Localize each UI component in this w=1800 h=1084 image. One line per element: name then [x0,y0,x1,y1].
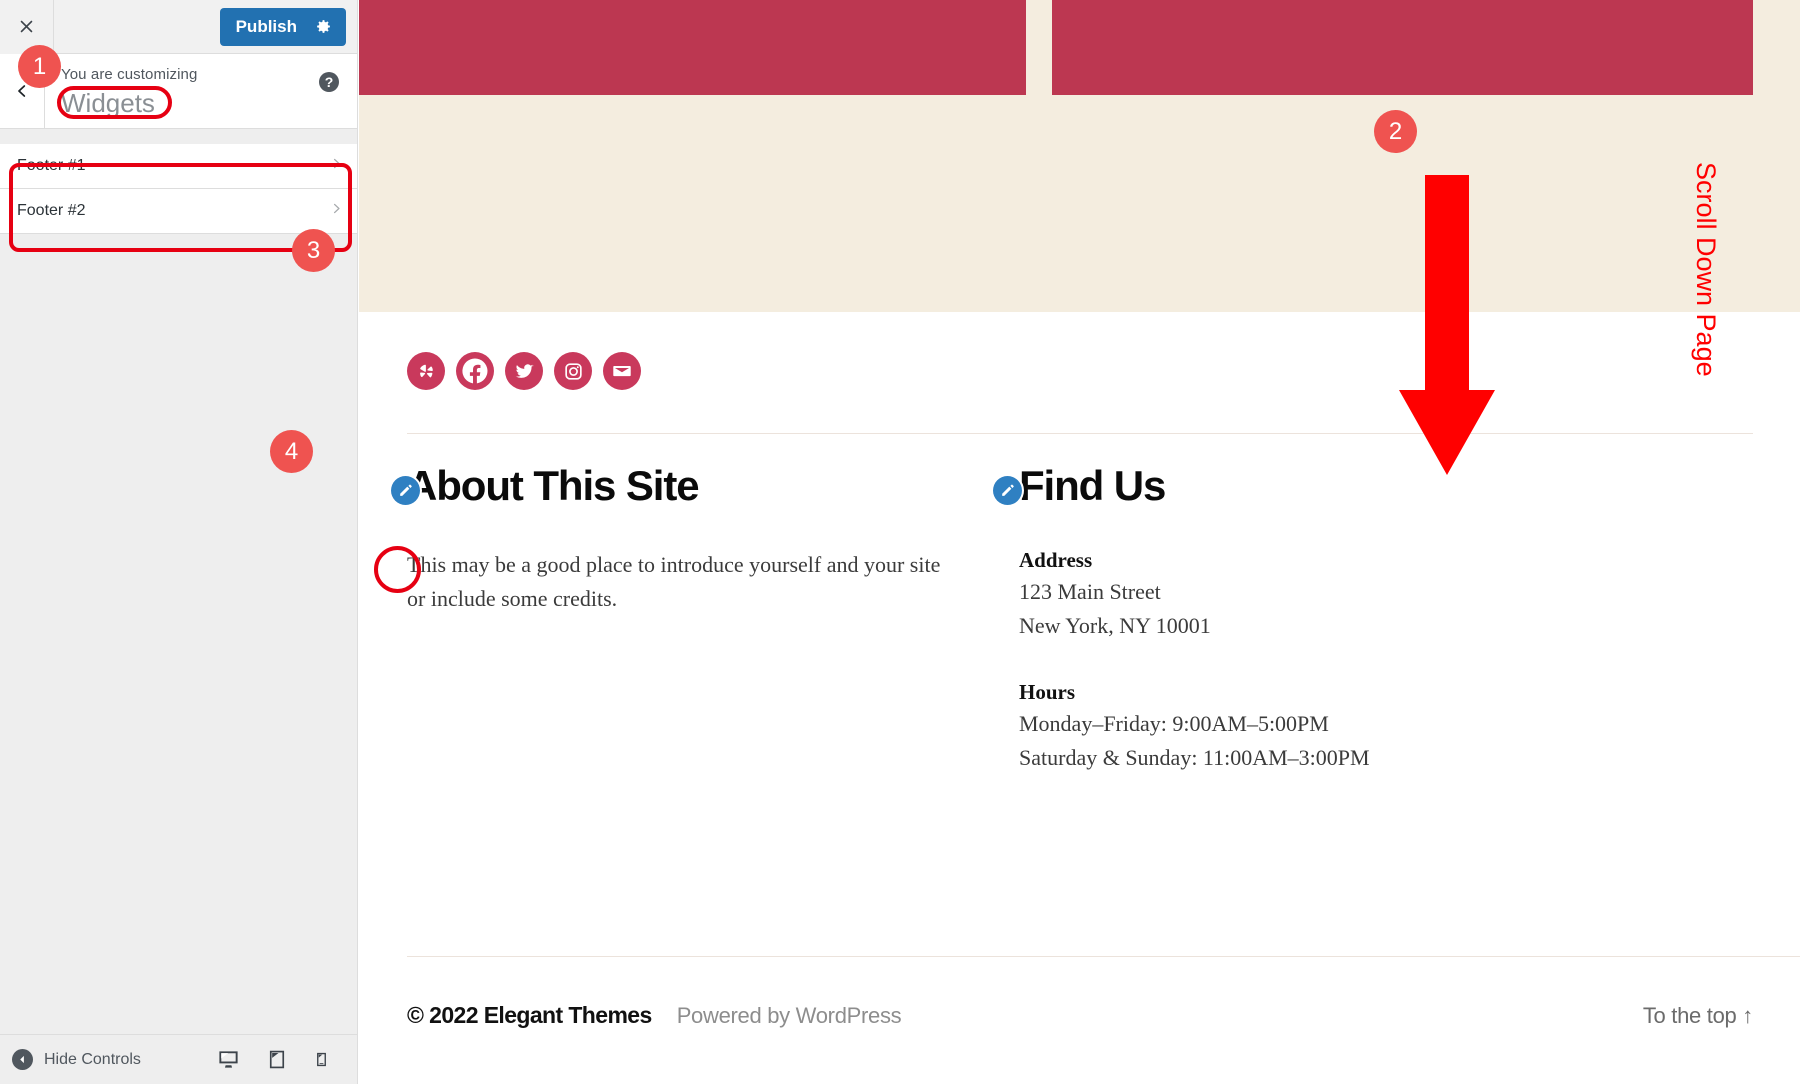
address-heading: Address [1019,548,1093,573]
screenshot-root: About This Site This may be a good place… [0,0,1800,1084]
customizer-sidebar: Publish You are customizing Widgets ? Fo… [0,0,358,1084]
email-icon[interactable] [603,352,641,390]
hero-blocks-row [359,0,1800,95]
widget-about-this-site: About This Site This may be a good place… [359,462,964,773]
twitter-icon[interactable] [505,352,543,390]
hero-block-gap [1026,0,1052,95]
customizer-footer-actions: Hide Controls [0,1034,357,1084]
hero-block-left [359,0,1026,95]
annotation-badge-3: 3 [292,229,335,272]
widget-paragraph-about: This may be a good place to introduce yo… [407,552,941,612]
instagram-icon[interactable] [554,352,592,390]
facebook-icon[interactable] [456,352,494,390]
annotation-badge-2: 2 [1374,110,1417,153]
tablet-preview-icon[interactable] [267,1048,287,1071]
preview-divider-bottom [407,956,1800,957]
hours-heading: Hours [1019,680,1076,705]
widget-area-section-list: Footer #1 Footer #2 [0,144,357,234]
desktop-preview-icon[interactable] [217,1048,240,1071]
widget-find-us: Find Us Address 123 Main Street New York… [964,462,1604,773]
hide-controls-label: Hide Controls [44,1050,141,1068]
address-line-2: New York, NY 10001 [1019,612,1211,638]
customizer-topbar: Publish [0,0,357,54]
site-preview-pane: About This Site This may be a good place… [359,0,1800,1084]
gear-icon[interactable] [315,18,332,35]
page-title: Widgets [61,87,155,118]
customizer-panel-body: Footer #1 Footer #2 [0,129,357,234]
sidebar-item-label: Footer #1 [17,157,86,174]
yelp-icon[interactable] [407,352,445,390]
footer-copyright: © 2022 Elegant Themes [407,1002,652,1028]
site-footer-bar: © 2022 Elegant Themes Powered by WordPre… [359,1002,1800,1029]
social-links-widget [359,312,1800,390]
hours-line-2: Saturday & Sunday: 11:00AM–3:00PM [1019,745,1370,771]
hours-line-1: Monday–Friday: 9:00AM–5:00PM [1019,711,1329,737]
address-line-1: 123 Main Street [1019,579,1161,605]
device-preview-switcher [217,1048,343,1071]
collapse-left-icon [12,1049,33,1070]
edit-pencil-icon-about[interactable] [391,476,420,505]
annotation-badge-4: 4 [270,430,313,473]
widget-title-about: About This Site [407,462,700,509]
hero-block-right [1052,0,1753,95]
edit-pencil-icon-findus[interactable] [993,476,1022,505]
publish-button[interactable]: Publish [219,7,346,46]
footer-to-the-top-link[interactable]: To the top ↑ [1643,1003,1753,1029]
footer-powered-by-link[interactable]: Powered by WordPress [677,1003,902,1029]
annotation-badge-1: 1 [18,45,61,88]
help-icon[interactable]: ? [319,72,339,92]
publish-button-label: Publish [235,16,297,36]
chevron-right-icon [330,154,343,178]
customizer-panel-titles: You are customizing Widgets ? [45,54,357,128]
preview-body: About This Site This may be a good place… [359,312,1800,1028]
footer-widget-columns: About This Site This may be a good place… [359,434,1800,773]
hide-controls-button[interactable]: Hide Controls [12,1049,141,1070]
sidebar-item-footer-2[interactable]: Footer #2 [0,189,357,234]
chevron-right-icon [330,199,343,223]
widget-title-findus: Find Us [1019,462,1166,509]
preview-hero-area [359,0,1800,312]
scroll-down-label: Scroll Down Page [1691,162,1721,377]
customizing-preamble: You are customizing [61,66,198,83]
scroll-down-arrow-icon [1399,175,1495,475]
sidebar-item-footer-1[interactable]: Footer #1 [0,144,357,189]
sidebar-item-label: Footer #2 [17,202,86,219]
mobile-preview-icon[interactable] [314,1048,329,1071]
publish-area: Publish [219,7,357,46]
